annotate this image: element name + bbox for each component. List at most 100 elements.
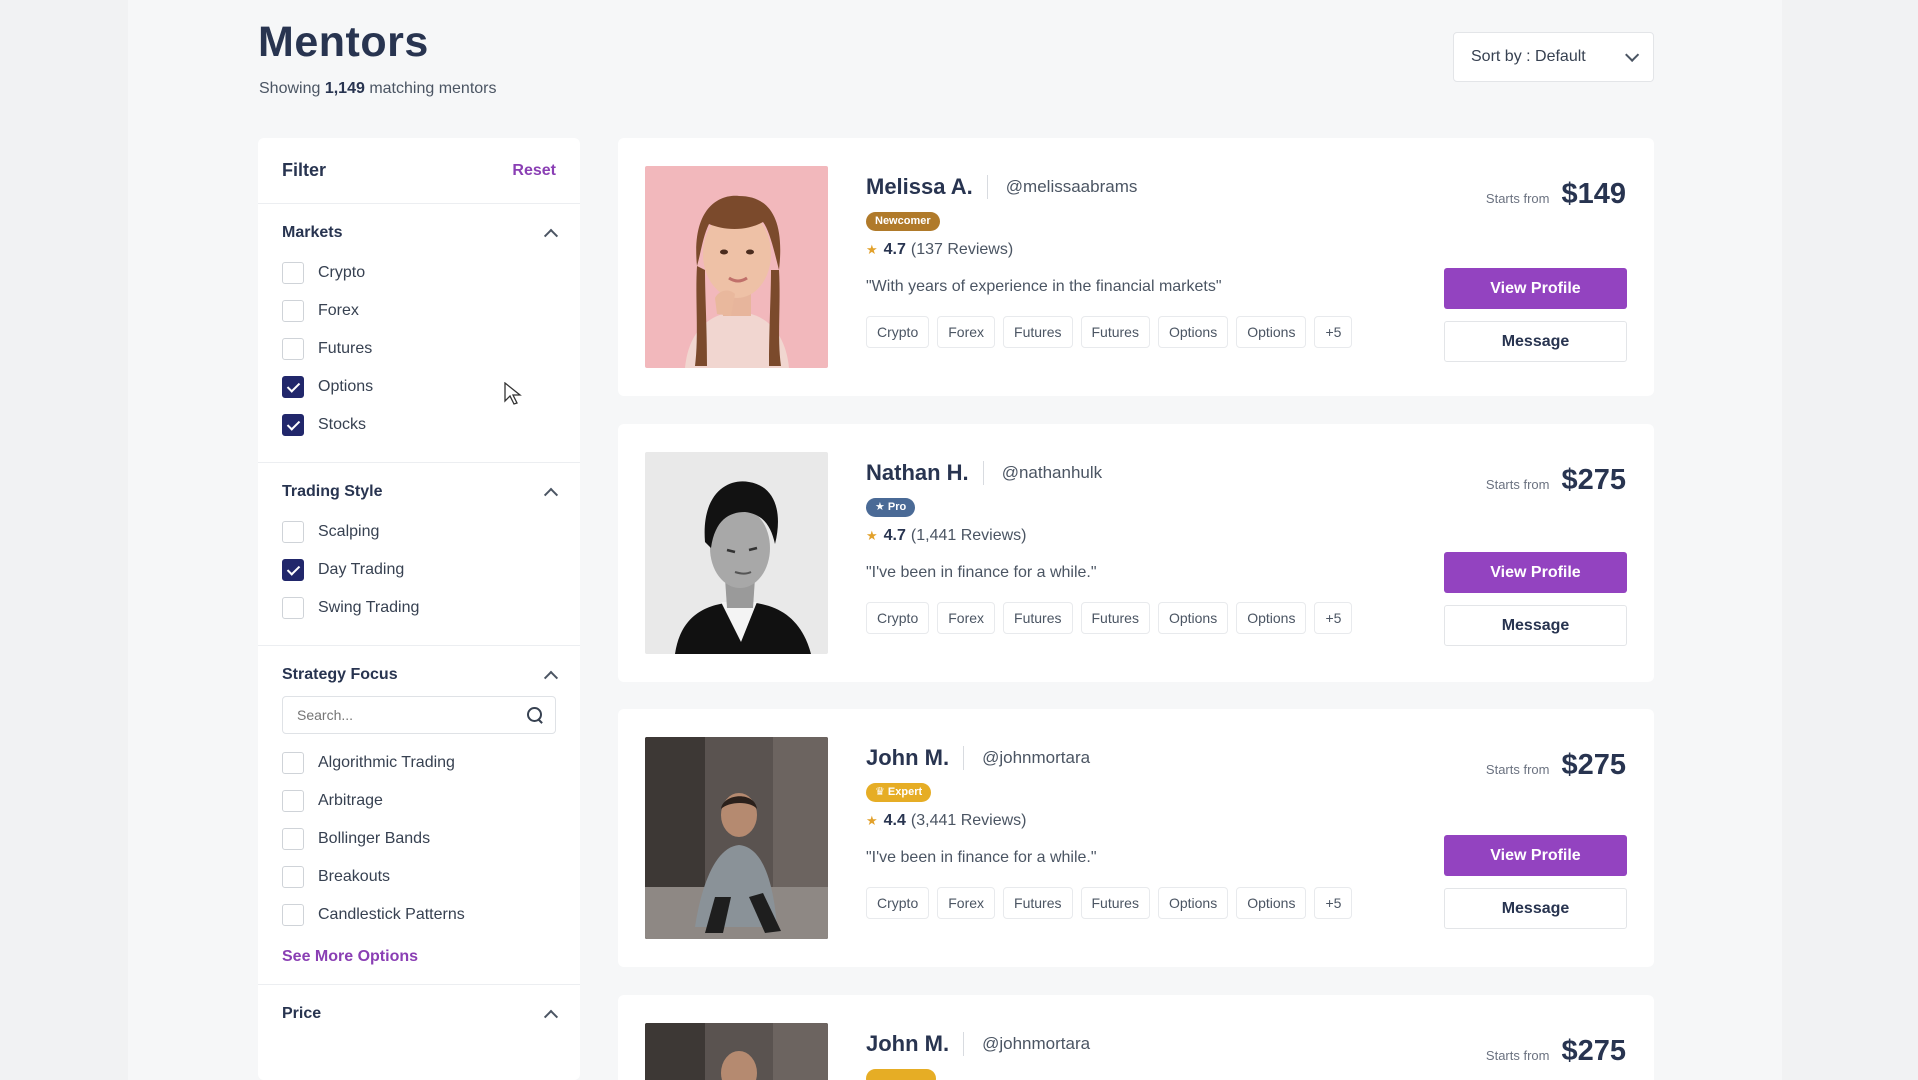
starts-from-label: Starts from xyxy=(1485,1048,1550,1063)
checkbox[interactable] xyxy=(282,828,304,850)
checkbox[interactable] xyxy=(282,414,304,436)
mentor-name[interactable]: Melissa A. xyxy=(866,174,973,200)
message-button[interactable]: Message xyxy=(1444,888,1627,929)
market-option-forex[interactable]: Forex xyxy=(282,292,556,330)
chevron-up-icon[interactable] xyxy=(543,228,559,243)
expert-badge: ♛ Expert xyxy=(866,783,932,802)
tag: Futures xyxy=(1003,602,1073,634)
view-profile-button[interactable]: View Profile xyxy=(1444,268,1627,309)
strategy-option-algorithmic[interactable]: Algorithmic Trading xyxy=(282,744,556,782)
price-value: $149 xyxy=(1561,178,1626,210)
strategy-search-input[interactable] xyxy=(297,707,517,723)
checkbox[interactable] xyxy=(282,338,304,360)
tag: Forex xyxy=(937,602,996,634)
pro-badge: ★ Pro xyxy=(866,498,916,517)
mentor-card: Nathan H. @nathanhulk ★ Pro ★ 4.7 (1,441… xyxy=(618,424,1654,682)
page-title: Mentors xyxy=(258,18,429,66)
checkbox[interactable] xyxy=(282,790,304,812)
view-profile-button[interactable]: View Profile xyxy=(1444,835,1627,876)
price-row: Starts from $149 xyxy=(1486,178,1626,211)
message-button[interactable]: Message xyxy=(1444,321,1627,362)
rating-row: ★ 4.7 (137 Reviews) xyxy=(866,241,1360,259)
market-option-crypto[interactable]: Crypto xyxy=(282,254,556,292)
trading-style-header[interactable]: Trading Style xyxy=(282,483,559,502)
rating-row: ★ 4.4 (3,441 Reviews) xyxy=(866,812,1360,830)
strategy-option-candlestick[interactable]: Candlestick Patterns xyxy=(282,896,556,934)
name-row: Melissa A. @melissaabrams xyxy=(866,174,1360,200)
mentor-name[interactable]: Nathan H. xyxy=(866,460,969,486)
price-header[interactable]: Price xyxy=(282,1005,559,1024)
mentor-photo[interactable] xyxy=(645,166,828,368)
rating-value: 4.7 xyxy=(883,527,906,544)
mentor-photo-image xyxy=(645,737,828,939)
strategy-focus-section: Strategy Focus Algorithmic Trading Arbit… xyxy=(258,646,580,985)
option-label: Futures xyxy=(318,340,373,357)
search-icon[interactable] xyxy=(527,707,543,723)
mentor-photo[interactable] xyxy=(645,737,828,939)
market-option-stocks[interactable]: Stocks xyxy=(282,406,556,444)
mentor-photo[interactable] xyxy=(645,1023,828,1080)
chevron-up-icon[interactable] xyxy=(543,670,559,685)
tag: Futures xyxy=(1003,316,1073,348)
mentor-photo[interactable] xyxy=(645,452,828,654)
tag: Forex xyxy=(937,887,996,919)
strategy-focus-header[interactable]: Strategy Focus xyxy=(282,666,559,685)
option-label: Crypto xyxy=(318,264,366,281)
rating-row: ★ 4.7 (1,441 Reviews) xyxy=(866,527,1360,545)
filter-header: Filter Reset xyxy=(258,138,580,204)
checkbox[interactable] xyxy=(282,521,304,543)
price-row: Starts from $275 xyxy=(1486,1035,1626,1068)
option-label: Arbitrage xyxy=(318,792,383,809)
name-divider xyxy=(982,461,984,485)
strategy-option-arbitrage[interactable]: Arbitrage xyxy=(282,782,556,820)
more-tags-badge[interactable]: +5 xyxy=(1314,316,1353,348)
chevron-up-icon[interactable] xyxy=(543,1009,559,1024)
name-divider xyxy=(963,1032,965,1056)
style-option-scalping[interactable]: Scalping xyxy=(282,513,556,551)
checkbox[interactable] xyxy=(282,376,304,398)
chevron-down-icon xyxy=(1625,47,1640,62)
mentor-name[interactable]: John M. xyxy=(866,745,949,771)
view-profile-button[interactable]: View Profile xyxy=(1444,552,1627,593)
checkbox[interactable] xyxy=(282,262,304,284)
checkbox[interactable] xyxy=(282,866,304,888)
market-option-futures[interactable]: Futures xyxy=(282,330,556,368)
strategy-option-bollinger[interactable]: Bollinger Bands xyxy=(282,820,556,858)
starts-from-label: Starts from xyxy=(1485,477,1550,492)
mentors-page: Mentors Showing 1,149 matching mentors S… xyxy=(0,0,1918,1080)
tag: Options xyxy=(1157,602,1229,634)
checkbox[interactable] xyxy=(282,904,304,926)
sort-dropdown[interactable]: Sort by : Default xyxy=(1453,32,1654,82)
checkbox[interactable] xyxy=(282,752,304,774)
see-more-options-link[interactable]: See More Options xyxy=(282,948,418,966)
sort-label: Sort by : Default xyxy=(1471,48,1586,65)
reset-button[interactable]: Reset xyxy=(512,162,556,180)
checkbox[interactable] xyxy=(282,559,304,581)
checkbox[interactable] xyxy=(282,300,304,322)
review-count: (1,441 Reviews) xyxy=(910,527,1027,544)
rating-value: 4.7 xyxy=(883,241,906,258)
mouse-cursor-icon xyxy=(504,382,522,405)
name-divider xyxy=(963,746,965,770)
markets-header[interactable]: Markets xyxy=(282,224,559,243)
strategy-option-breakouts[interactable]: Breakouts xyxy=(282,858,556,896)
chevron-up-icon[interactable] xyxy=(543,487,559,502)
mentor-name[interactable]: John M. xyxy=(866,1031,949,1057)
option-label: Day Trading xyxy=(318,561,405,578)
style-option-swing-trading[interactable]: Swing Trading xyxy=(282,589,556,627)
more-tags-badge[interactable]: +5 xyxy=(1314,602,1353,634)
name-row: John M. @johnmortara xyxy=(866,745,1360,771)
subtitle-suffix: matching mentors xyxy=(369,80,497,97)
results-number: 1,149 xyxy=(324,80,365,97)
markets-title: Markets xyxy=(282,224,343,241)
checkbox[interactable] xyxy=(282,597,304,619)
mentor-info: Melissa A. @melissaabrams Newcomer ★ 4.7… xyxy=(866,174,1360,348)
option-label: Options xyxy=(318,378,374,395)
option-label: Bollinger Bands xyxy=(318,830,431,847)
tag: Crypto xyxy=(866,602,930,634)
style-option-day-trading[interactable]: Day Trading xyxy=(282,551,556,589)
tag: Options xyxy=(1236,316,1307,348)
option-label: Stocks xyxy=(318,416,367,433)
message-button[interactable]: Message xyxy=(1444,605,1627,646)
more-tags-badge[interactable]: +5 xyxy=(1314,887,1353,919)
